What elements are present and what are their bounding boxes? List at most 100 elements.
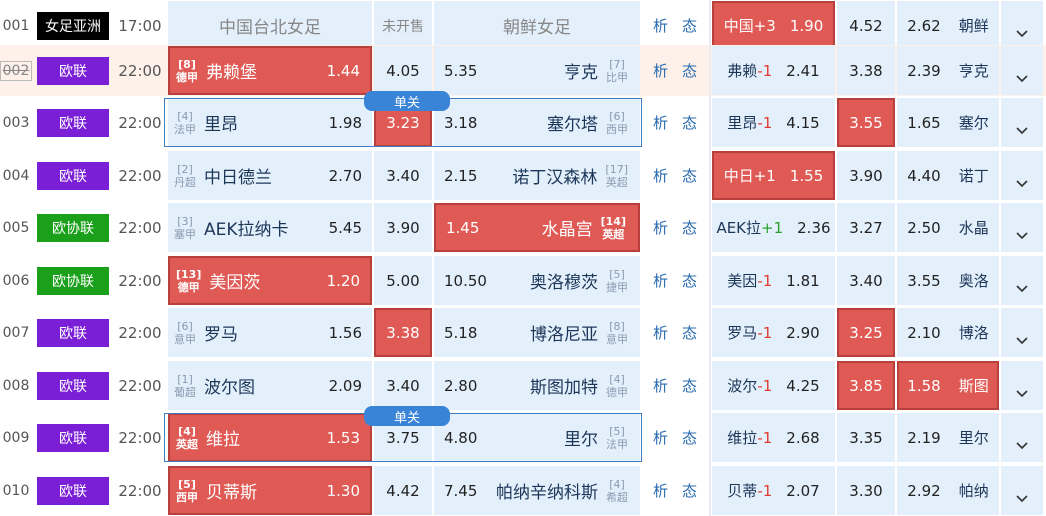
handicap-draw-cell[interactable]: 3.90 [837, 151, 895, 200]
home-team-cell[interactable]: [2] 丹超 中日德兰 2.70 [168, 151, 372, 200]
expand-button[interactable] [1001, 413, 1043, 462]
analysis-link[interactable]: 析 [653, 165, 668, 186]
handicap-away-cell[interactable]: 1.65 塞尔 [897, 98, 999, 147]
league-badge[interactable]: 欧联 [37, 108, 109, 137]
analysis-link[interactable]: 析 [653, 270, 668, 291]
away-team-cell[interactable]: 3.18 塞尔塔 [6] 西甲 [434, 98, 640, 147]
handicap-away-cell[interactable]: 2.92 帕纳 [897, 466, 999, 515]
trend-link[interactable]: 态 [682, 375, 697, 396]
handicap-home-cell[interactable]: 罗马-1 2.90 [712, 308, 835, 357]
league-badge[interactable]: 欧协联 [37, 266, 109, 295]
analysis-link[interactable]: 析 [653, 375, 668, 396]
draw-odd-cell[interactable]: 3.40 [374, 151, 432, 200]
home-team-cell[interactable]: [6] 意甲 罗马 1.56 [168, 308, 372, 357]
away-team-cell[interactable]: 1.45 水晶宫 [14] 英超 [434, 203, 640, 252]
expand-button[interactable] [1001, 1, 1043, 50]
draw-odd-cell[interactable]: 3.38 [374, 308, 432, 357]
analysis-link[interactable]: 析 [653, 480, 668, 501]
handicap-home-cell[interactable]: 中国+3 1.90 [712, 1, 835, 50]
handicap-home-cell[interactable]: 贝蒂-1 2.07 [712, 466, 835, 515]
analysis-link[interactable]: 析 [653, 217, 668, 238]
trend-link[interactable]: 态 [682, 112, 697, 133]
expand-button[interactable] [1001, 98, 1043, 147]
away-team-cell[interactable]: 朝鲜女足 [434, 1, 640, 50]
league-badge[interactable]: 欧联 [37, 371, 109, 400]
trend-link[interactable]: 态 [682, 427, 697, 448]
trend-link[interactable]: 态 [682, 217, 697, 238]
away-team-cell[interactable]: 4.80 里尔 [5] 法甲 [434, 413, 640, 462]
expand-button[interactable] [1001, 256, 1043, 305]
handicap-away-cell[interactable]: 2.39 亨克 [897, 46, 999, 95]
handicap-away-cell[interactable]: 2.50 水晶 [897, 203, 999, 252]
trend-link[interactable]: 态 [682, 480, 697, 501]
league-badge[interactable]: 欧联 [37, 161, 109, 190]
home-team-cell[interactable]: [4] 法甲 里昂 1.98 [168, 98, 372, 147]
expand-button[interactable] [1001, 361, 1043, 410]
away-team-cell[interactable]: 7.45 帕纳辛纳科斯 [4] 希超 [434, 466, 640, 515]
handicap-home-cell[interactable]: 波尔-1 4.25 [712, 361, 835, 410]
league-badge[interactable]: 欧联 [37, 318, 109, 347]
draw-odd-cell[interactable]: 4.05 [374, 46, 432, 95]
handicap-home-cell[interactable]: 弗赖-1 2.41 [712, 46, 835, 95]
away-team-cell[interactable]: 2.80 斯图加特 [4] 德甲 [434, 361, 640, 410]
league-badge[interactable]: 欧联 [37, 423, 109, 452]
analysis-link[interactable]: 析 [653, 112, 668, 133]
home-team-cell[interactable]: [5] 西甲 贝蒂斯 1.30 [168, 466, 372, 515]
handicap-away-cell[interactable]: 2.10 博洛 [897, 308, 999, 357]
home-team-rank: [2] 丹超 [174, 163, 196, 189]
handicap-home-cell[interactable]: 里昂-1 4.15 [712, 98, 835, 147]
trend-link[interactable]: 态 [682, 165, 697, 186]
home-team-cell[interactable]: 中国台北女足 [168, 1, 372, 50]
league-badge[interactable]: 女足亚洲 [37, 11, 109, 40]
draw-odd-cell[interactable]: 3.40 [374, 361, 432, 410]
analysis-link[interactable]: 析 [653, 427, 668, 448]
draw-odd-cell[interactable]: 4.42 [374, 466, 432, 515]
league-badge[interactable]: 欧协联 [37, 213, 109, 242]
handicap-draw-cell[interactable]: 4.52 [837, 1, 895, 50]
home-league-name: 德甲 [176, 70, 198, 84]
expand-button[interactable] [1001, 308, 1043, 357]
league-badge[interactable]: 欧联 [37, 56, 109, 85]
analysis-link[interactable]: 析 [653, 15, 668, 36]
draw-odd-cell[interactable]: 3.90 [374, 203, 432, 252]
expand-button[interactable] [1001, 151, 1043, 200]
handicap-home-cell[interactable]: AEK拉+1 2.36 [712, 203, 835, 252]
trend-link[interactable]: 态 [682, 322, 697, 343]
trend-link[interactable]: 态 [682, 60, 697, 81]
handicap-draw-cell[interactable]: 3.30 [837, 466, 895, 515]
expand-button[interactable] [1001, 46, 1043, 95]
home-team-cell[interactable]: [8] 德甲 弗赖堡 1.44 [168, 46, 372, 95]
expand-button[interactable] [1001, 203, 1043, 252]
handicap-draw-cell[interactable]: 3.27 [837, 203, 895, 252]
away-team-cell[interactable]: 10.50 奥洛穆茨 [5] 捷甲 [434, 256, 640, 305]
handicap-home-cell[interactable]: 美因-1 1.81 [712, 256, 835, 305]
home-team-cell[interactable]: [4] 英超 维拉 1.53 [168, 413, 372, 462]
handicap-draw-cell[interactable]: 3.40 [837, 256, 895, 305]
handicap-draw-cell[interactable]: 3.25 [837, 308, 895, 357]
handicap-away-cell[interactable]: 1.58 斯图 [897, 361, 999, 410]
handicap-away-cell[interactable]: 2.62 朝鲜 [897, 1, 999, 50]
handicap-draw-cell[interactable]: 3.55 [837, 98, 895, 147]
handicap-away-cell[interactable]: 4.40 诺丁 [897, 151, 999, 200]
analysis-link[interactable]: 析 [653, 60, 668, 81]
expand-button[interactable] [1001, 466, 1043, 515]
away-league-name: 英超 [602, 227, 625, 241]
away-team-cell[interactable]: 5.35 亨克 [7] 比甲 [434, 46, 640, 95]
handicap-home-cell[interactable]: 中日+1 1.55 [712, 151, 835, 200]
analysis-link[interactable]: 析 [653, 322, 668, 343]
league-badge[interactable]: 欧联 [37, 476, 109, 505]
trend-link[interactable]: 态 [682, 270, 697, 291]
handicap-draw-cell[interactable]: 3.85 [837, 361, 895, 410]
trend-link[interactable]: 态 [682, 15, 697, 36]
handicap-away-cell[interactable]: 3.55 奥洛 [897, 256, 999, 305]
home-team-cell[interactable]: [3] 塞甲 AEK拉纳卡 5.45 [168, 203, 372, 252]
away-team-cell[interactable]: 5.18 博洛尼亚 [8] 意甲 [434, 308, 640, 357]
handicap-home-cell[interactable]: 维拉-1 2.68 [712, 413, 835, 462]
away-team-cell[interactable]: 2.15 诺丁汉森林 [17] 英超 [434, 151, 640, 200]
home-team-cell[interactable]: [1] 葡超 波尔图 2.09 [168, 361, 372, 410]
draw-odd-cell[interactable]: 5.00 [374, 256, 432, 305]
handicap-away-cell[interactable]: 2.19 里尔 [897, 413, 999, 462]
home-team-cell[interactable]: [13] 德甲 美因茨 1.20 [168, 256, 372, 305]
handicap-draw-cell[interactable]: 3.35 [837, 413, 895, 462]
handicap-draw-cell[interactable]: 3.38 [837, 46, 895, 95]
